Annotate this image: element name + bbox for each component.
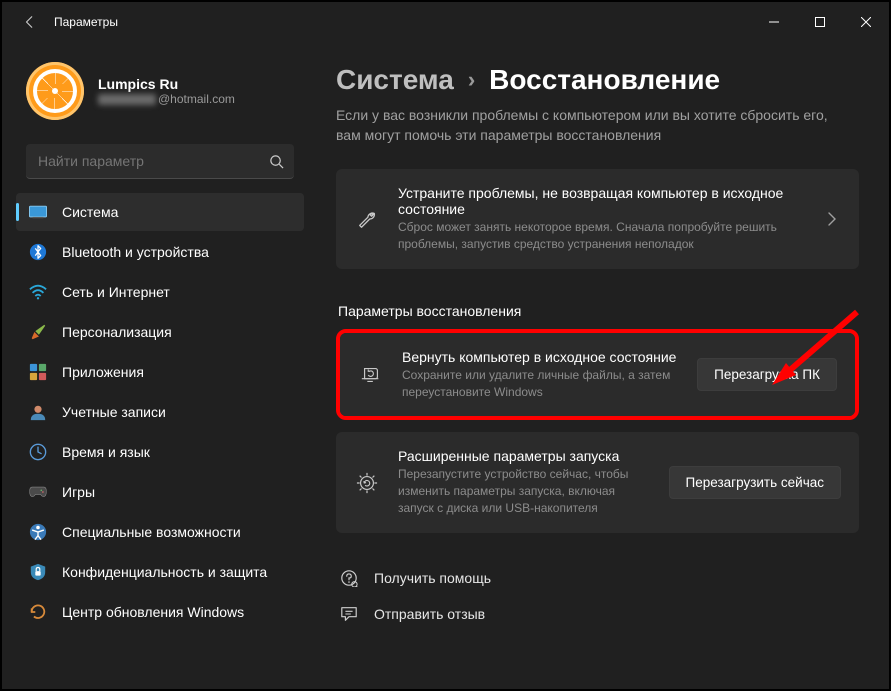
sidebar-item-privacy[interactable]: Конфиденциальность и защита <box>16 553 304 591</box>
sidebar-item-label: Игры <box>62 484 95 500</box>
apps-icon <box>28 362 48 382</box>
shield-icon <box>28 562 48 582</box>
sidebar-item-personalization[interactable]: Персонализация <box>16 313 304 351</box>
search-icon <box>258 154 294 169</box>
feedback-link[interactable]: Отправить отзыв <box>338 603 859 625</box>
sidebar-item-label: Система <box>62 204 118 220</box>
card-title: Устраните проблемы, не возвращая компьют… <box>398 185 805 217</box>
feedback-icon <box>338 603 360 625</box>
sidebar-item-label: Центр обновления Windows <box>62 604 244 620</box>
sidebar-item-label: Персонализация <box>62 324 172 340</box>
account-email: @hotmail.com <box>98 92 235 106</box>
highlight-annotation: Вернуть компьютер в исходное состояние С… <box>336 329 859 421</box>
sidebar-item-accessibility[interactable]: Специальные возможности <box>16 513 304 551</box>
close-button[interactable] <box>843 2 889 42</box>
update-icon <box>28 602 48 622</box>
back-button[interactable] <box>10 2 50 42</box>
page-description: Если у вас возникли проблемы с компьютер… <box>336 106 856 145</box>
sidebar-item-label: Конфиденциальность и защита <box>62 564 267 580</box>
clock-globe-icon <box>28 442 48 462</box>
sidebar-item-label: Специальные возможности <box>62 524 241 540</box>
breadcrumb: Система › Восстановление <box>336 64 859 96</box>
sidebar-item-bluetooth[interactable]: Bluetooth и устройства <box>16 233 304 271</box>
wifi-icon <box>28 282 48 302</box>
nav-list: Система Bluetooth и устройства Сеть и Ин… <box>12 193 308 631</box>
section-label: Параметры восстановления <box>338 303 859 319</box>
sidebar-item-time[interactable]: Время и язык <box>16 433 304 471</box>
system-icon <box>28 202 48 222</box>
sidebar-item-label: Сеть и Интернет <box>62 284 170 300</box>
breadcrumb-parent[interactable]: Система <box>336 64 454 96</box>
sidebar-item-system[interactable]: Система <box>16 193 304 231</box>
sidebar-item-gaming[interactable]: Игры <box>16 473 304 511</box>
search-input[interactable] <box>26 153 258 169</box>
troubleshoot-card[interactable]: Устраните проблемы, не возвращая компьют… <box>336 169 859 269</box>
sidebar: Lumpics Ru @hotmail.com Система <box>2 42 312 689</box>
titlebar: Параметры <box>2 2 889 42</box>
settings-window: Параметры Lumpics Ru @hotmail.com <box>2 2 889 689</box>
help-icon <box>338 567 360 589</box>
close-icon <box>861 17 871 27</box>
card-title: Расширенные параметры запуска <box>398 448 651 464</box>
card-desc: Перезапустите устройство сейчас, чтобы и… <box>398 466 651 516</box>
sidebar-item-label: Bluetooth и устройства <box>62 244 209 260</box>
chevron-right-icon: › <box>468 67 475 93</box>
sidebar-item-label: Учетные записи <box>62 404 166 420</box>
maximize-icon <box>815 17 825 27</box>
reset-icon <box>358 362 384 388</box>
maximize-button[interactable] <box>797 2 843 42</box>
window-title: Параметры <box>54 15 118 29</box>
card-desc: Сброс может занять некоторое время. Снач… <box>398 219 805 253</box>
account-name: Lumpics Ru <box>98 76 235 92</box>
paintbrush-icon <box>28 322 48 342</box>
sidebar-item-label: Время и язык <box>62 444 150 460</box>
restart-now-button[interactable]: Перезагрузить сейчас <box>669 466 841 499</box>
card-desc: Сохраните или удалите личные файлы, а за… <box>402 367 679 401</box>
search-box[interactable] <box>26 144 294 179</box>
accessibility-icon <box>28 522 48 542</box>
person-icon <box>28 402 48 422</box>
get-help-link[interactable]: Получить помощь <box>338 567 859 589</box>
wrench-icon <box>354 206 380 232</box>
arrow-left-icon <box>23 15 37 29</box>
sidebar-item-accounts[interactable]: Учетные записи <box>16 393 304 431</box>
card-title: Вернуть компьютер в исходное состояние <box>402 349 679 365</box>
account-block[interactable]: Lumpics Ru @hotmail.com <box>12 52 308 134</box>
help-links: Получить помощь Отправить отзыв <box>336 567 859 625</box>
avatar <box>26 62 84 120</box>
bluetooth-icon <box>28 242 48 262</box>
minimize-button[interactable] <box>751 2 797 42</box>
reset-pc-card: Вернуть компьютер в исходное состояние С… <box>340 333 855 417</box>
main-content: Система › Восстановление Если у вас возн… <box>312 42 889 689</box>
gamepad-icon <box>28 482 48 502</box>
restart-gear-icon <box>354 470 380 496</box>
email-obscured <box>98 94 156 105</box>
minimize-icon <box>769 17 779 27</box>
page-title: Восстановление <box>489 64 720 96</box>
reset-pc-button[interactable]: Перезагрузка ПК <box>697 358 837 391</box>
advanced-startup-card: Расширенные параметры запуска Перезапуст… <box>336 432 859 532</box>
sidebar-item-label: Приложения <box>62 364 144 380</box>
sidebar-item-update[interactable]: Центр обновления Windows <box>16 593 304 631</box>
sidebar-item-apps[interactable]: Приложения <box>16 353 304 391</box>
sidebar-item-network[interactable]: Сеть и Интернет <box>16 273 304 311</box>
chevron-right-icon <box>823 212 841 226</box>
